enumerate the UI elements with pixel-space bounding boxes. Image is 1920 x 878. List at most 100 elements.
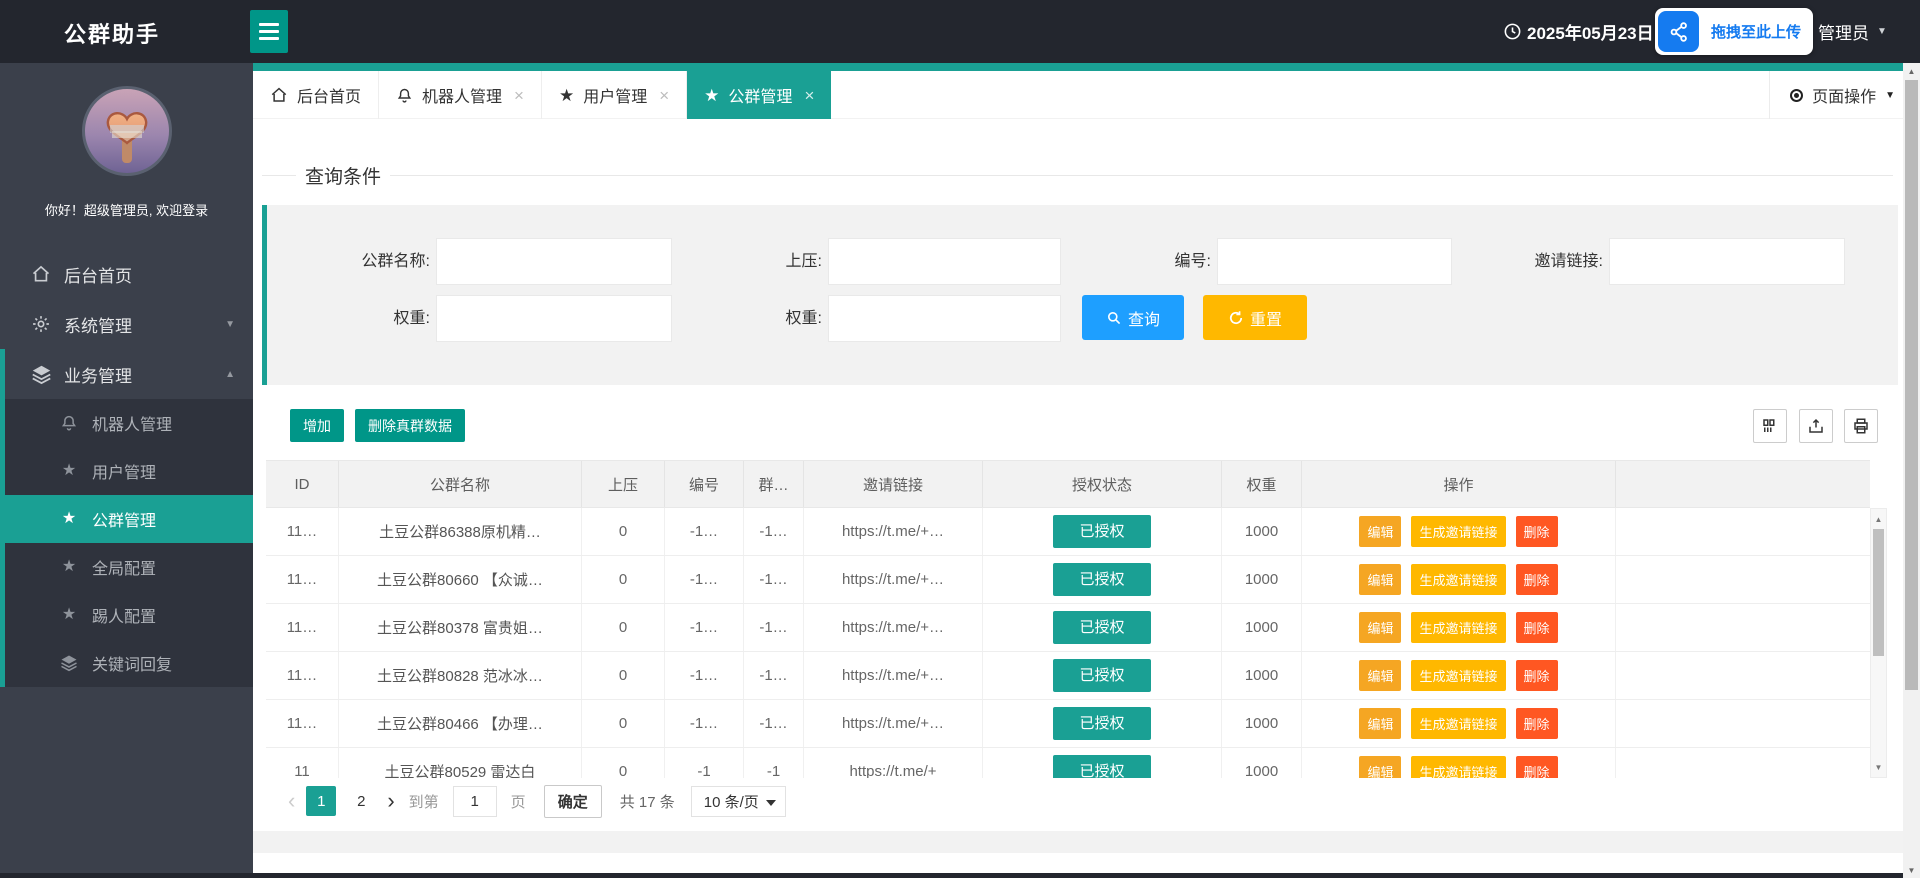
spacer-cell	[1616, 604, 1870, 651]
gear-icon	[30, 313, 52, 335]
reset-button[interactable]: 重置	[1203, 295, 1307, 340]
sidebar-item-label: 全局配置	[92, 555, 156, 579]
generate-invite-button[interactable]: 生成邀请链接	[1411, 756, 1505, 778]
hamburger-menu-button[interactable]	[250, 10, 288, 53]
sidebar-item-system[interactable]: 系统管理 ▼	[0, 299, 253, 349]
delete-button[interactable]: 删除	[1516, 564, 1558, 595]
pagination: ‹ 1 2 › 到第 页 确定 共 17 条 10 条/页	[282, 779, 786, 823]
auth-status-cell: 已授权	[983, 748, 1222, 778]
scroll-down-icon[interactable]: ▼	[1903, 862, 1920, 878]
page-1-button[interactable]: 1	[306, 786, 336, 816]
scrollbar-thumb[interactable]	[1873, 529, 1884, 656]
delete-button[interactable]: 删除	[1516, 660, 1558, 691]
weight-cell: 1000	[1222, 748, 1302, 778]
weight-input-2[interactable]	[828, 295, 1061, 342]
edit-button[interactable]: 编辑	[1359, 756, 1401, 778]
sidebar-item-label: 踢人配置	[92, 603, 156, 627]
total-count: 共 17 条	[620, 791, 675, 812]
tab-robot-management[interactable]: 机器人管理 ×	[379, 71, 542, 119]
query-legend-label: 查询条件	[305, 162, 381, 189]
generate-invite-button[interactable]: 生成邀请链接	[1411, 708, 1505, 739]
search-button[interactable]: 查询	[1082, 295, 1184, 340]
edit-button[interactable]: 编辑	[1359, 660, 1401, 691]
close-icon[interactable]: ×	[514, 87, 524, 104]
delete-button[interactable]: 删除	[1516, 516, 1558, 547]
edit-button[interactable]: 编辑	[1359, 708, 1401, 739]
actions-cell: 编辑生成邀请链接删除	[1302, 652, 1616, 699]
scrollbar-thumb[interactable]	[1905, 80, 1918, 690]
toggle-columns-button[interactable]	[1753, 409, 1787, 443]
app-title: 公群助手	[64, 17, 160, 49]
upload-drop-overlay[interactable]: 拖拽至此上传	[1655, 8, 1813, 55]
goto-prefix: 到第	[409, 791, 439, 812]
user-menu[interactable]: 管理员 ▼	[1818, 0, 1887, 63]
page-2-button[interactable]: 2	[346, 786, 376, 816]
search-button-label: 查询	[1128, 306, 1160, 330]
id-cell: 11…	[266, 508, 339, 555]
group-name-input[interactable]	[436, 238, 672, 285]
table-row: 11…土豆公群80660 【众诚…0-1…-1…https://t.me/+…已…	[266, 556, 1870, 604]
table-row: 11…土豆公群80466 【办理…0-1…-1…https://t.me/+…已…	[266, 700, 1870, 748]
edit-button[interactable]: 编辑	[1359, 516, 1401, 547]
generate-invite-button[interactable]: 生成邀请链接	[1411, 564, 1505, 595]
sidebar-item-global-config[interactable]: ★ 全局配置	[5, 543, 253, 591]
sidebar-item-kick-config[interactable]: ★ 踢人配置	[5, 591, 253, 639]
tab-home[interactable]: 后台首页	[253, 71, 379, 119]
shangya-input[interactable]	[828, 238, 1061, 285]
delete-button[interactable]: 删除	[1516, 708, 1558, 739]
number-cell: -1…	[665, 700, 744, 747]
edit-button[interactable]: 编辑	[1359, 612, 1401, 643]
prev-page-button[interactable]: ‹	[282, 790, 301, 812]
generate-invite-button[interactable]: 生成邀请链接	[1411, 516, 1505, 547]
tab-user-management[interactable]: ★ 用户管理 ×	[542, 71, 687, 119]
edit-button[interactable]: 编辑	[1359, 564, 1401, 595]
sidebar-item-robot-management[interactable]: 机器人管理	[5, 399, 253, 447]
delete-button[interactable]: 删除	[1516, 756, 1558, 778]
auth-status-cell: 已授权	[983, 652, 1222, 699]
chevron-down-icon: ▼	[1885, 90, 1895, 101]
tab-label: 公群管理	[728, 83, 792, 107]
actions-cell: 编辑生成邀请链接删除	[1302, 700, 1616, 747]
invite-link-input[interactable]	[1609, 238, 1845, 285]
sidebar-item-keyword-reply[interactable]: 关键词回复	[5, 639, 253, 687]
add-button[interactable]: 增加	[290, 409, 344, 442]
shangya-cell: 0	[582, 748, 665, 778]
goto-page-input[interactable]	[453, 786, 497, 817]
field-label-number: 编号:	[1111, 238, 1211, 285]
sidebar-item-home[interactable]: 后台首页	[0, 249, 253, 299]
scroll-up-icon[interactable]: ▲	[1903, 63, 1920, 79]
table-scrollbar[interactable]: ▲ ▼	[1870, 508, 1887, 778]
print-button[interactable]	[1844, 409, 1878, 443]
generate-invite-button[interactable]: 生成邀请链接	[1411, 660, 1505, 691]
table-header-row: ID公群名称上压编号群…邀请链接授权状态权重操作	[266, 460, 1870, 508]
export-button[interactable]	[1799, 409, 1833, 443]
generate-invite-button[interactable]: 生成邀请链接	[1411, 612, 1505, 643]
table-body: 11…土豆公群86388原机精…0-1…-1…https://t.me/+…已授…	[266, 508, 1870, 778]
next-page-button[interactable]: ›	[381, 790, 400, 812]
field-label-shangya: 上压:	[722, 238, 822, 285]
tab-label: 后台首页	[297, 83, 361, 107]
sidebar-item-label: 业务管理	[64, 362, 132, 387]
printer-icon	[1852, 417, 1870, 435]
confirm-page-button[interactable]: 确定	[544, 785, 602, 818]
page-scrollbar[interactable]: ▲ ▼	[1903, 63, 1920, 878]
sidebar-item-user-management[interactable]: ★ 用户管理	[5, 447, 253, 495]
query-legend: 查询条件	[262, 160, 1893, 190]
col-header-shangya: 上压	[582, 461, 665, 507]
avatar[interactable]	[82, 86, 172, 176]
weight-input-1[interactable]	[436, 295, 672, 342]
number-input[interactable]	[1217, 238, 1452, 285]
close-icon[interactable]: ×	[804, 87, 814, 104]
tab-group-management[interactable]: ★ 公群管理 ×	[687, 71, 831, 119]
scroll-down-icon[interactable]: ▼	[1871, 759, 1886, 775]
sidebar-item-business[interactable]: 业务管理 ▲	[5, 349, 253, 399]
page-actions-dropdown[interactable]: 页面操作 ▼	[1769, 71, 1895, 119]
invite-link-cell: https://t.me/+…	[804, 508, 983, 555]
scroll-up-icon[interactable]: ▲	[1871, 511, 1886, 527]
page-size-select[interactable]: 10 条/页	[691, 786, 786, 817]
sidebar-item-group-management[interactable]: ★ 公群管理	[5, 495, 253, 543]
delete-real-groups-button[interactable]: 删除真群数据	[355, 409, 465, 442]
close-icon[interactable]: ×	[659, 87, 669, 104]
group-id-cell: -1…	[744, 604, 804, 651]
delete-button[interactable]: 删除	[1516, 612, 1558, 643]
